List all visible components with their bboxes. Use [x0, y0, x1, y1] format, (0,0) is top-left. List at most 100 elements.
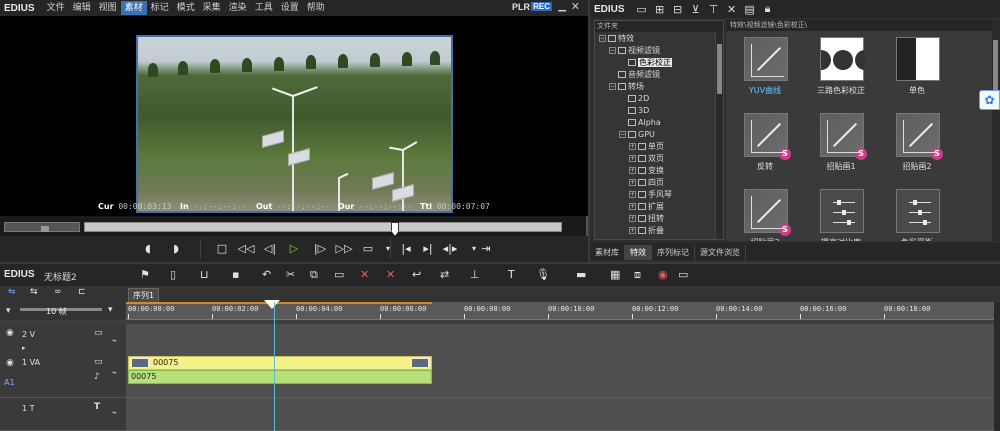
menu-marker[interactable]: 标记 — [147, 1, 173, 15]
ripple-icon[interactable]: ↩ — [412, 268, 421, 281]
tree-item[interactable]: − 视频滤镜 — [609, 45, 660, 56]
copy-icon[interactable]: ⧉ — [310, 268, 318, 282]
expand-toggle-icon[interactable]: + — [629, 215, 636, 222]
rec-toggle[interactable]: REC — [531, 2, 552, 11]
position-bar[interactable] — [84, 222, 562, 236]
speaker-icon[interactable]: ♪ — [94, 372, 100, 382]
expand-toggle-icon[interactable]: + — [629, 179, 636, 186]
save-icon[interactable]: ▪ — [232, 268, 239, 281]
cut-icon[interactable]: ✂ — [286, 268, 295, 281]
tab-source-browser[interactable]: 源文件浏览 — [695, 245, 746, 260]
expand-toggle-icon[interactable]: − — [609, 83, 616, 90]
effect-item[interactable]: S 招贴画1 — [806, 109, 876, 181]
grid-icon[interactable]: ▦ — [610, 268, 620, 281]
next-frame-icon[interactable]: |▷ — [310, 240, 330, 258]
rewind-icon[interactable]: ◁◁ — [236, 240, 256, 258]
effect-item[interactable]: S 招贴画2 — [882, 109, 952, 181]
display-icon[interactable]: ▭ — [94, 328, 103, 338]
shuttle-slider[interactable] — [4, 222, 80, 232]
ripple-delete-icon[interactable]: ✕ — [386, 268, 395, 281]
tree-item[interactable]: + 变换 — [629, 165, 664, 176]
effect-item[interactable]: 色彩平衡 — [882, 185, 952, 241]
properties-icon[interactable]: ▤ — [741, 3, 759, 16]
tree-item[interactable]: + 扭转 — [629, 213, 664, 224]
audio-clip[interactable]: 00075 — [128, 370, 432, 384]
tree-menu-icon[interactable]: ⊟ — [669, 3, 687, 16]
track-head-1t[interactable]: 1 T T ⌁ — [0, 398, 126, 431]
mixer-icon[interactable]: ▬ — [576, 268, 586, 281]
effect-item[interactable]: 提高对比度 — [806, 185, 876, 241]
tree-item[interactable]: Alpha — [619, 117, 661, 128]
zoom-dropdown-icon[interactable]: ▾ — [108, 305, 113, 315]
folder-icon[interactable]: ▭ — [633, 3, 651, 16]
stop-icon[interactable]: □ — [212, 240, 232, 258]
set-in-icon[interactable]: ◖ — [138, 240, 158, 258]
folder-tree-icon[interactable]: ⊞ — [651, 3, 669, 16]
expand-icon[interactable]: ▸ — [22, 344, 26, 352]
playhead-marker[interactable] — [264, 300, 280, 309]
prev-frame-icon[interactable]: ◁| — [260, 240, 280, 258]
voiceover-icon[interactable]: 🎙︎ — [536, 268, 550, 281]
mode-icon[interactable]: ⚑ — [140, 268, 150, 281]
tree-item[interactable]: + 双页 — [629, 153, 664, 164]
tree-item[interactable]: − GPU — [619, 129, 655, 140]
tree-item[interactable]: 2D — [619, 93, 649, 104]
tree-item[interactable]: − 转场 — [609, 81, 644, 92]
track-lane-1va[interactable]: 00075 00075 — [126, 354, 1000, 398]
menu-clip[interactable]: 素材 — [120, 1, 147, 15]
expand-toggle-icon[interactable]: + — [629, 155, 636, 162]
open-icon[interactable]: ⊔ — [200, 268, 209, 281]
delete-icon[interactable]: ✕ — [723, 3, 741, 16]
tree-item[interactable]: − 特效 — [599, 33, 634, 44]
sync-icon[interactable]: ∞ — [54, 287, 62, 297]
shuttle-knob[interactable] — [41, 226, 49, 232]
position-knob[interactable] — [391, 222, 399, 236]
expand-toggle-icon[interactable]: + — [629, 227, 636, 234]
track-lane-1t[interactable] — [126, 398, 1000, 431]
group-icon[interactable]: ⇆ — [30, 287, 38, 297]
snap-icon[interactable]: ⇄ — [440, 268, 449, 281]
menu-tools[interactable]: 工具 — [251, 1, 277, 15]
menu-capture[interactable]: 采集 — [199, 1, 225, 15]
display-icon[interactable]: ▭ — [94, 357, 103, 367]
expand-toggle-icon[interactable]: − — [619, 131, 626, 138]
insert-icon[interactable]: |◂ — [396, 240, 416, 258]
minimize-icon[interactable]: ▁ — [558, 1, 566, 12]
tree-item[interactable]: 色彩校正 — [619, 57, 672, 68]
effects-scrollbar[interactable] — [992, 20, 1000, 241]
lock-icon[interactable]: 🔒︎ — [759, 2, 777, 16]
close-icon[interactable]: ✕ — [571, 0, 580, 13]
expand-toggle-icon[interactable]: − — [599, 35, 606, 42]
title-icon[interactable]: T — [508, 268, 515, 281]
render-icon[interactable]: ⧈ — [634, 268, 641, 282]
tree-item[interactable]: 3D — [619, 105, 649, 116]
overwrite-icon[interactable]: ▸| — [418, 240, 438, 258]
effect-item[interactable]: S招贴画3 — [730, 185, 800, 241]
tab-sequence-marker[interactable]: 序列标记 — [652, 245, 695, 260]
menu-file[interactable]: 文件 — [43, 1, 69, 15]
menu-help[interactable]: 帮助 — [303, 1, 329, 15]
menu-mode[interactable]: 模式 — [173, 1, 199, 15]
add-effect-icon[interactable]: ⊻ — [687, 3, 705, 16]
expand-toggle-icon[interactable]: − — [609, 47, 616, 54]
track-menu-icon[interactable]: ⌁ — [112, 408, 117, 417]
track-menu-icon[interactable]: ⌁ — [112, 368, 117, 377]
menu-render[interactable]: 渲染 — [225, 1, 251, 15]
tree-item[interactable]: + 单页 — [629, 141, 664, 152]
new-sequence-icon[interactable]: ▯ — [170, 268, 176, 281]
tree-item[interactable]: + 四页 — [629, 177, 664, 188]
play-icon[interactable]: ▷ — [284, 240, 304, 258]
side-panel-icon[interactable]: ✿ — [979, 90, 1000, 110]
time-ruler[interactable]: 00:00:00:00 00:00:02:00 00:00:04:00 00:00:0… — [126, 300, 1000, 320]
tree-scrollbar[interactable] — [715, 32, 723, 239]
timeline-scrollbar[interactable] — [994, 302, 1000, 431]
expand-toggle-icon[interactable]: + — [629, 143, 636, 150]
fast-forward-icon[interactable]: ▷▷ — [334, 240, 354, 258]
video-mute-icon[interactable]: ◉ — [6, 358, 14, 368]
tab-effects[interactable]: 特效 — [625, 245, 652, 260]
loop-icon[interactable]: ▭ — [358, 240, 378, 258]
tab-sequence[interactable]: 序列1 — [128, 288, 160, 302]
ripple-mode-icon[interactable]: ⊏ — [78, 287, 86, 297]
effect-item[interactable]: 三路色彩校正 — [806, 33, 876, 105]
trim-icon[interactable]: ◂|▸ — [440, 240, 460, 258]
